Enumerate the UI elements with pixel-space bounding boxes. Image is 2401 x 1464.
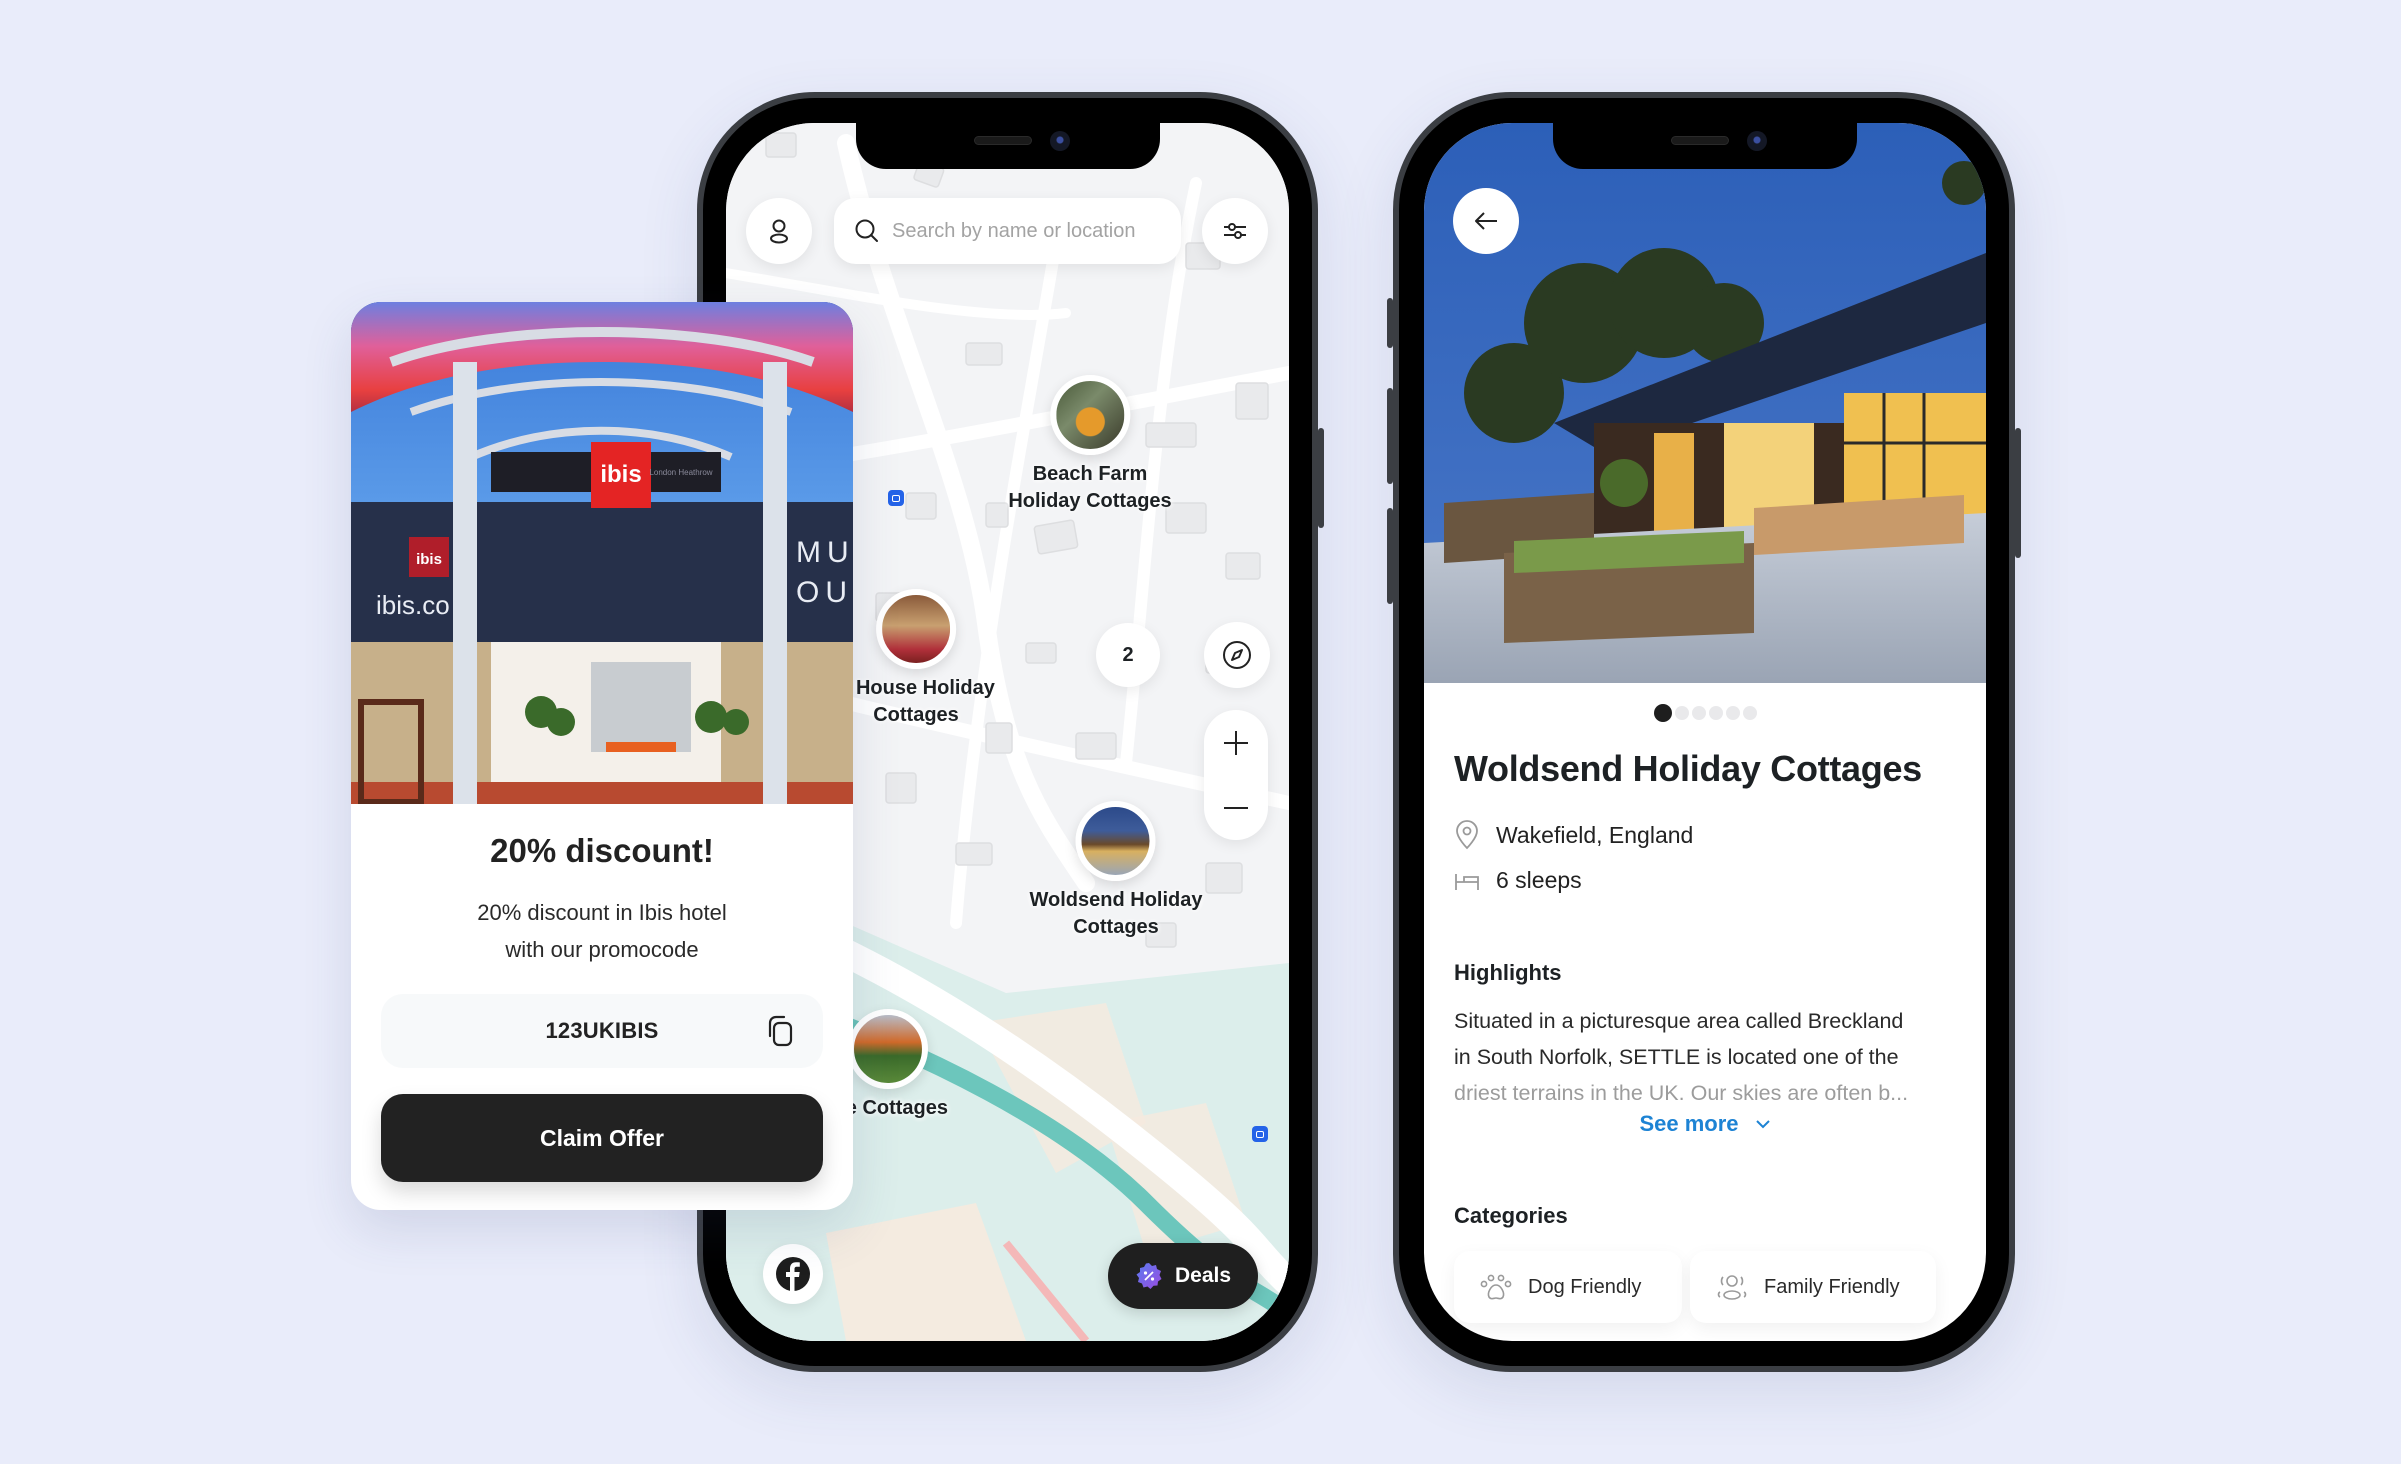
sleeps-row: 6 sleeps <box>1454 867 1582 894</box>
arrow-left-icon <box>1475 212 1497 230</box>
user-icon <box>770 219 788 244</box>
category-label: Family Friendly <box>1764 1275 1900 1298</box>
side-button <box>2015 428 2021 558</box>
pin-photo <box>848 1009 928 1089</box>
minus-icon <box>1224 806 1248 809</box>
svg-text:ibis: ibis <box>416 551 442 568</box>
zoom-control <box>1204 710 1268 840</box>
claim-offer-button[interactable]: Claim Offer <box>381 1094 823 1182</box>
location-text: Wakefield, England <box>1496 821 1694 848</box>
deals-label: Deals <box>1174 1264 1232 1287</box>
svg-text:London Heathrow: London Heathrow <box>649 468 712 477</box>
svg-text:MU: MU <box>796 536 853 569</box>
location-row: Wakefield, England <box>1454 820 1693 850</box>
svg-text:ibis.co: ibis.co <box>376 590 450 620</box>
promo-description: 20% discount in Ibis hotel with our prom… <box>477 900 727 962</box>
carousel-dot[interactable] <box>1708 706 1723 720</box>
side-button <box>1387 388 1393 484</box>
chevron-down-icon <box>1755 1120 1770 1129</box>
profile-button[interactable] <box>746 198 812 264</box>
promo-code-value: 123UKIBIS <box>545 1018 659 1043</box>
carousel-indicator <box>1424 704 1986 722</box>
category-chip-dog-friendly[interactable]: Dog Friendly <box>1454 1251 1682 1323</box>
carousel-dot[interactable] <box>1725 706 1740 720</box>
facebook-icon <box>776 1257 810 1291</box>
compass-icon <box>1223 641 1251 669</box>
search-icon <box>855 219 878 242</box>
side-button <box>1318 428 1324 528</box>
phone-notch <box>855 123 1160 169</box>
facebook-button[interactable] <box>763 1244 823 1304</box>
sleeps-text: 6 sleeps <box>1496 867 1582 893</box>
pin-photo <box>1049 375 1130 455</box>
pin-label: Beach Farm Holiday Cottages <box>1008 463 1172 512</box>
cluster-marker[interactable]: 2 <box>1096 623 1160 687</box>
map-pin-cliff-house[interactable]: ff House Holiday Cottages <box>837 589 995 729</box>
map-pin-beach-farm[interactable]: Beach Farm Holiday Cottages <box>1008 375 1172 515</box>
property-title: Woldsend Holiday Cottages <box>1454 748 1922 789</box>
carousel-dot[interactable] <box>1674 706 1689 720</box>
copy-button[interactable] <box>765 1014 797 1054</box>
search-bar[interactable] <box>834 198 1181 264</box>
filter-button[interactable] <box>1202 198 1268 264</box>
carousel-dot[interactable] <box>1691 706 1706 720</box>
zoom-in-button[interactable] <box>1204 710 1268 775</box>
copy-icon <box>768 1015 793 1047</box>
promo-title: 20% discount! <box>490 832 714 869</box>
category-chip-family-friendly[interactable]: Family Friendly <box>1690 1251 1936 1323</box>
category-label: Dog Friendly <box>1528 1275 1642 1298</box>
side-button <box>1387 508 1393 604</box>
svg-text:ibis: ibis <box>600 461 641 488</box>
paw-icon <box>1480 1274 1512 1300</box>
promo-card: ibis London Heathrow ibis ibis.co MU OU … <box>351 302 853 1210</box>
compass-button[interactable] <box>1204 622 1270 688</box>
svg-text:OU: OU <box>796 576 853 609</box>
back-button[interactable] <box>1453 188 1519 254</box>
discount-badge-icon <box>1136 1263 1162 1289</box>
pin-label: Woldsend Holiday Cottages <box>1029 889 1203 938</box>
phone-detail: Woldsend Holiday Cottages Wakefield, Eng… <box>1387 92 2021 1372</box>
map-pin-woldsend[interactable]: Woldsend Holiday Cottages <box>1029 801 1203 941</box>
categories-heading: Categories <box>1454 1203 1568 1228</box>
see-more-label: See more <box>1639 1111 1739 1136</box>
side-button <box>1387 298 1393 348</box>
pin-photo <box>1075 801 1156 881</box>
detail-screen: Woldsend Holiday Cottages Wakefield, Eng… <box>1424 123 1986 1341</box>
map-pin-icon <box>1456 820 1478 850</box>
bus-stop-icon <box>1252 1126 1268 1142</box>
phone-notch <box>1553 123 1857 169</box>
see-more-button[interactable]: See more <box>1424 1111 1986 1137</box>
highlights-text: Situated in a picturesque area called Br… <box>1454 1009 1909 1105</box>
deals-button[interactable]: Deals <box>1108 1243 1258 1309</box>
hotel-photo: ibis London Heathrow ibis ibis.co MU OU <box>351 302 853 804</box>
search-input[interactable] <box>892 219 1162 243</box>
pin-label: ff House Holiday Cottages <box>837 677 995 726</box>
highlights-heading: Highlights <box>1454 960 1562 985</box>
carousel-dot[interactable] <box>1742 706 1757 720</box>
zoom-out-button[interactable] <box>1204 775 1268 840</box>
promo-code-field: 123UKIBIS <box>381 994 823 1068</box>
carousel-dot-active[interactable] <box>1653 704 1672 722</box>
bed-icon <box>1455 873 1479 890</box>
sliders-icon <box>1224 223 1246 239</box>
pin-photo <box>875 589 956 669</box>
bus-stop-icon <box>888 490 904 506</box>
family-icon <box>1717 1275 1747 1300</box>
plus-icon <box>1224 730 1248 755</box>
